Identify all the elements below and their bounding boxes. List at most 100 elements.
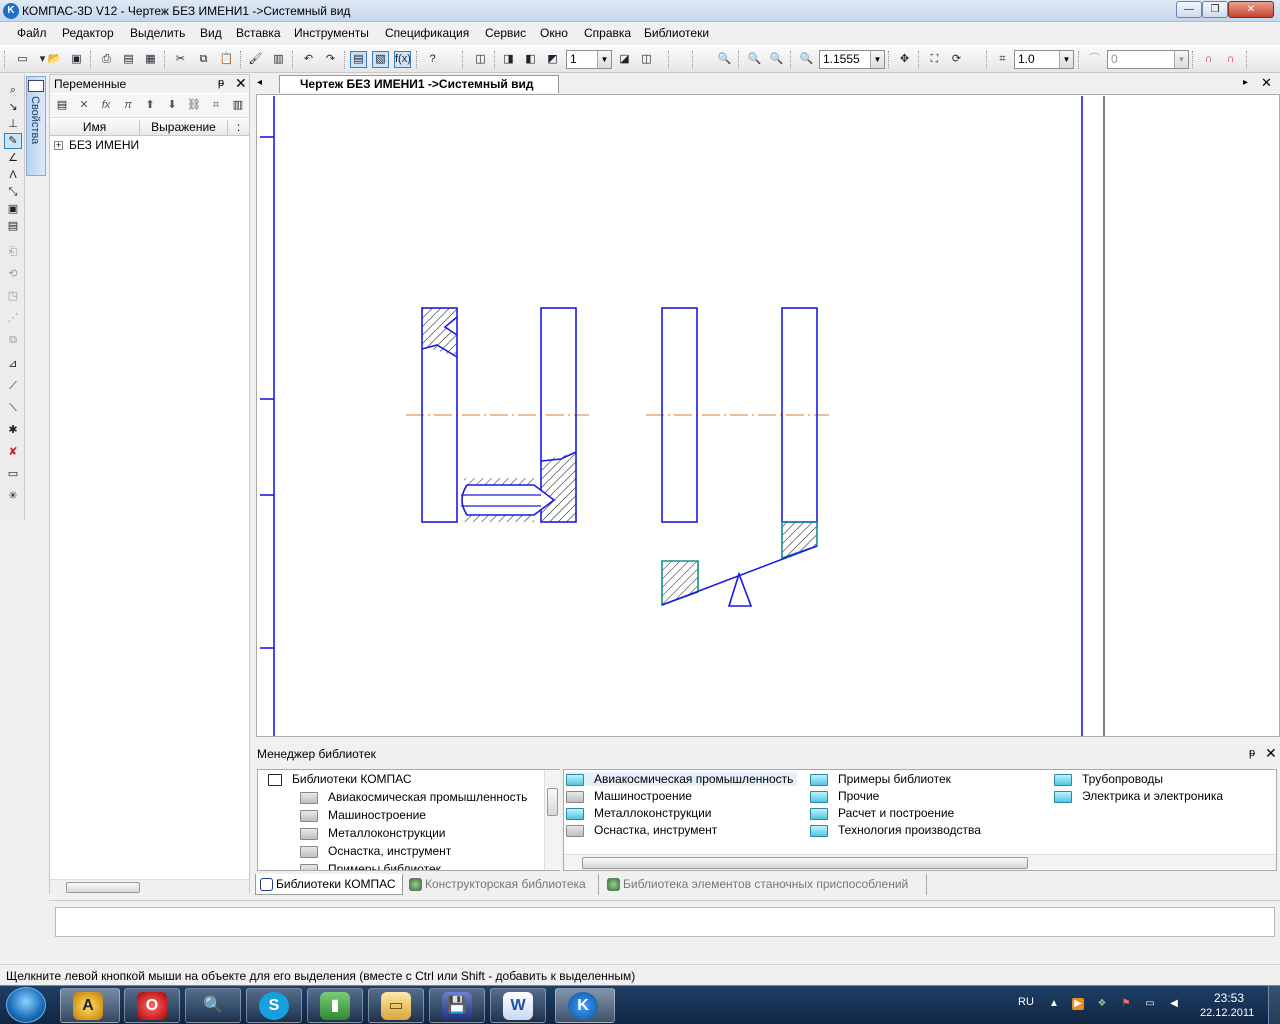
designations-icon[interactable]: ⊥ <box>4 116 22 132</box>
taskbar-opera-button[interactable]: O <box>124 988 180 1023</box>
refresh-icon[interactable]: ⟳ <box>948 51 965 68</box>
list-item-examples[interactable]: Примеры библиотек <box>810 772 951 786</box>
layer-next-icon[interactable]: ◧ <box>522 51 539 68</box>
new-variable-icon[interactable]: ▤ <box>54 97 70 113</box>
delete-part-icon[interactable]: ✘ <box>4 444 22 460</box>
explode-icon[interactable]: ✳ <box>4 488 22 504</box>
snap-magnet-icon[interactable]: ∩ <box>1200 51 1217 68</box>
chevron-down-icon[interactable]: ▼ <box>1174 51 1188 68</box>
volume-icon[interactable]: ◀ <box>1168 998 1180 1010</box>
step-combo[interactable]: 1.0 ▼ <box>1014 50 1074 69</box>
list-item-calculation[interactable]: Расчет и построение <box>810 806 954 820</box>
angle-combo[interactable]: 0 ▼ <box>1107 50 1189 69</box>
menu-editor[interactable]: Редактор <box>62 26 114 40</box>
taskbar-monitor-button[interactable]: ▮ <box>307 988 363 1023</box>
redo-icon[interactable]: ↷ <box>322 51 339 68</box>
column-more[interactable]: : <box>228 120 249 135</box>
menu-select[interactable]: Выделить <box>130 26 185 40</box>
move-icon[interactable]: ⎗ <box>4 244 22 260</box>
local-snap-magnet-icon[interactable]: ∩ <box>1222 51 1239 68</box>
new-document-icon[interactable]: ▭ <box>14 51 31 68</box>
print-icon[interactable]: ⎙ <box>98 51 115 68</box>
save-icon[interactable]: ▣ <box>68 51 85 68</box>
grid-step-icon[interactable]: ⌗ <box>994 51 1011 68</box>
list-item-electrics[interactable]: Электрика и электроника <box>1054 789 1223 803</box>
paste-icon[interactable]: 📋 <box>218 51 235 68</box>
tree-item-kompas-libraries[interactable]: Библиотеки КОМПАС <box>268 772 412 786</box>
pi-icon[interactable]: π <box>120 97 136 113</box>
list-item-aerospace[interactable]: Авиакосмическая промышленность <box>566 772 798 786</box>
layer-prev-icon[interactable]: ◨ <box>500 51 517 68</box>
delete-variable-icon[interactable]: ✕ <box>76 97 92 113</box>
open-icon[interactable]: 📂 <box>46 51 63 68</box>
toolbar-grip[interactable] <box>4 51 8 69</box>
specification-icon[interactable]: ▤ <box>4 218 22 234</box>
chevron-down-icon[interactable]: ▼ <box>1059 51 1073 68</box>
column-name[interactable]: Имя <box>50 120 140 135</box>
language-indicator[interactable]: RU <box>1018 996 1034 1008</box>
tree-item-document[interactable]: + БЕЗ ИМЕНИ <box>54 138 139 152</box>
layer-manager-icon[interactable]: ◫ <box>472 51 489 68</box>
zoom-scale-icon[interactable]: 🔍 <box>798 51 815 68</box>
tree-item-metal-structures[interactable]: Металлоконструкции <box>300 826 446 840</box>
copy-icon[interactable]: ⧉ <box>195 51 212 68</box>
menu-window[interactable]: Окно <box>540 26 568 40</box>
minimize-button[interactable]: — <box>1176 1 1202 18</box>
layer-number-combo[interactable]: 1 ▼ <box>566 50 612 69</box>
close-icon[interactable]: ✕ <box>235 75 247 92</box>
view-manager-icon[interactable]: ▧ <box>372 51 389 68</box>
zoom-window-icon[interactable]: 🔍 <box>716 51 733 68</box>
list-item-other[interactable]: Прочие <box>810 789 879 803</box>
tab-fixture-library[interactable]: Библиотека элементов станочных приспособ… <box>603 874 927 895</box>
list-item-machinery[interactable]: Машиностроение <box>566 789 692 803</box>
list-item-pipelines[interactable]: Трубопроводы <box>1054 772 1163 786</box>
drawing-canvas[interactable] <box>256 94 1280 737</box>
close-window-button[interactable]: ✕ <box>1228 1 1274 18</box>
expand-icon[interactable]: + <box>54 141 63 151</box>
taskbar-explorer-button[interactable]: ▭ <box>368 988 424 1023</box>
menu-view[interactable]: Вид <box>200 26 222 40</box>
variables-fx-icon[interactable]: f(x) <box>394 51 411 68</box>
associative-views-icon[interactable]: ▣ <box>4 201 22 217</box>
break-icon[interactable]: ✱ <box>4 422 22 438</box>
taskbar-autocad-button[interactable]: А <box>60 988 120 1023</box>
parametrization-icon[interactable]: ∠ <box>4 150 22 166</box>
tab-scroll-left-icon[interactable]: ◂ <box>257 77 262 88</box>
properties-list-icon[interactable]: ▥ <box>270 51 287 68</box>
tree-item-tooling[interactable]: Оснастка, инструмент <box>300 844 451 858</box>
kompas-app-icon[interactable]: K <box>3 3 19 19</box>
copy-objects-icon[interactable]: ⧉ <box>4 332 22 348</box>
taskbar-save-button[interactable]: 💾 <box>429 988 485 1023</box>
taskbar-word-button[interactable]: W <box>490 988 546 1023</box>
display-icon[interactable]: ▭ <box>1144 998 1156 1010</box>
chevron-down-icon[interactable]: ▼ <box>597 51 611 68</box>
tab-kompas-libraries[interactable]: Библиотеки КОМПАС <box>255 874 403 895</box>
restore-button[interactable]: ❐ <box>1202 1 1228 18</box>
column-expression[interactable]: Выражение <box>140 120 228 135</box>
link-icon[interactable]: ⛓ <box>186 97 202 113</box>
print-preview-icon[interactable]: ▤ <box>120 51 137 68</box>
menu-insert[interactable]: Вставка <box>236 26 281 40</box>
close-document-icon[interactable]: ✕ <box>1261 75 1272 91</box>
tree-item-examples[interactable]: Примеры библиотек <box>300 862 441 870</box>
library-tree-vscrollbar[interactable] <box>544 770 560 870</box>
group-icon[interactable]: ▭ <box>4 466 22 482</box>
menu-specification[interactable]: Спецификация <box>385 26 469 40</box>
drawing-svg[interactable] <box>257 95 1279 736</box>
zoom-scale-combo[interactable]: 1.1555 ▼ <box>819 50 885 69</box>
layer-up-icon[interactable]: ◪ <box>616 51 633 68</box>
network-tray-icon[interactable]: ❖ <box>1096 998 1108 1010</box>
pin-icon[interactable]: ᵽ <box>218 77 224 89</box>
scale-icon[interactable]: ◳ <box>4 288 22 304</box>
pan-icon[interactable]: ✥ <box>896 51 913 68</box>
dimensions-icon[interactable]: ↘ <box>4 99 22 115</box>
preview-icon[interactable]: ▦ <box>142 51 159 68</box>
layer-state-icon[interactable]: ◩ <box>544 51 561 68</box>
rotate-icon[interactable]: ⟲ <box>4 266 22 282</box>
help-cursor-icon[interactable]: ? <box>424 51 441 68</box>
list-item-metal-structures[interactable]: Металлоконструкции <box>566 806 712 820</box>
move-down-icon[interactable]: ⬇ <box>164 97 180 113</box>
menu-libraries[interactable]: Библиотеки <box>644 26 709 40</box>
zoom-out-icon[interactable]: 🔍 <box>768 51 785 68</box>
move-up-icon[interactable]: ⬆ <box>142 97 158 113</box>
